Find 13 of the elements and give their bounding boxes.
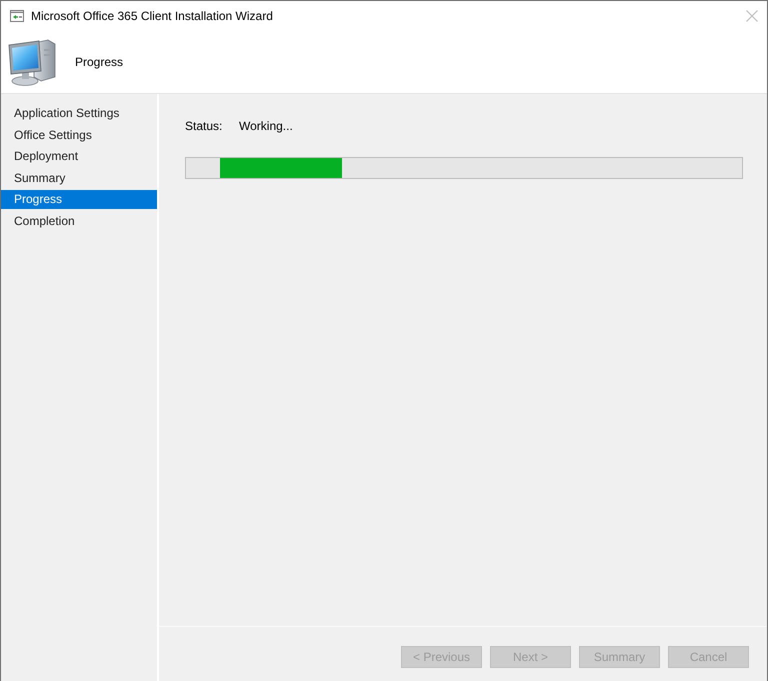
sidebar-item[interactable]: Deployment [1,147,157,166]
status-label: Status: [185,118,224,132]
sidebar-item[interactable]: Application Settings [1,104,157,123]
sidebar-item[interactable]: Progress [1,190,157,209]
sidebar-item[interactable]: Summary [1,168,157,188]
computer-icon [8,36,58,86]
window-title: Microsoft Office 365 Client Installation Wizard [31,8,273,22]
sidebar-item[interactable]: Completion [1,212,157,230]
close-icon[interactable] [746,10,758,22]
window-icon [10,10,24,22]
status-value: Working... [239,118,293,132]
page-title: Progress [75,54,124,68]
sidebar-item[interactable]: Office Settings [1,126,157,144]
